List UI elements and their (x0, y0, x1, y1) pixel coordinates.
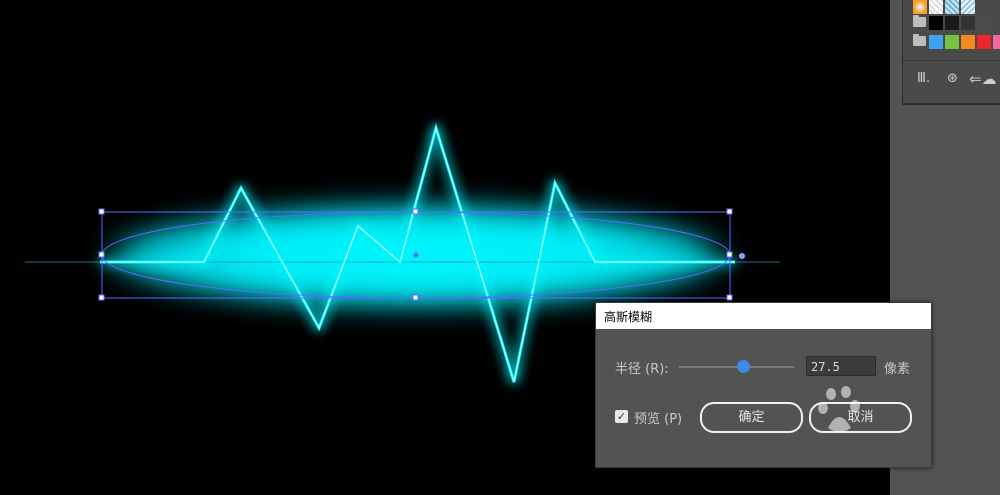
radius-label: 半径 (R): (615, 362, 669, 377)
swatch-blue[interactable] (929, 35, 943, 49)
swatch-row-2 (913, 15, 991, 30)
swatch-green[interactable] (945, 35, 959, 49)
swatch-pattern-white[interactable] (929, 0, 943, 14)
swatch-gray-3[interactable] (977, 16, 991, 30)
swatch-red[interactable] (977, 35, 991, 49)
paw-icon (818, 386, 860, 432)
link-icon[interactable]: ⊛ (947, 72, 958, 86)
handle-bottom-right[interactable] (726, 294, 733, 301)
library-icon[interactable]: Ⅲ. (917, 72, 930, 86)
swatch-orange[interactable] (961, 35, 975, 49)
swatch-pattern-lightblue[interactable] (961, 0, 975, 14)
swatch-gray-1[interactable] (945, 16, 959, 30)
radius-input[interactable]: 27.5 (806, 356, 876, 376)
panel-divider (903, 60, 1000, 61)
swatch-pink[interactable] (993, 35, 1000, 49)
center-point (413, 252, 419, 258)
preview-label: 预览 (P) (634, 412, 683, 427)
baidu-watermark (818, 386, 860, 432)
preview-checkbox[interactable]: ✓ (615, 410, 628, 423)
dialog-titlebar[interactable]: 高斯模糊 (596, 303, 931, 329)
swatch-black[interactable] (929, 16, 943, 30)
handle-top-left[interactable] (98, 208, 105, 215)
radius-unit-label: 像素 (884, 362, 911, 377)
swatch-folder-icon[interactable] (913, 15, 926, 27)
handle-top-right[interactable] (726, 208, 733, 215)
handle-bottom-middle[interactable] (412, 294, 419, 301)
swatch-row-1 (913, 0, 975, 14)
swatch-orange-gradient[interactable] (913, 0, 927, 14)
swatch-folder-icon[interactable] (913, 34, 926, 46)
handle-top-middle[interactable] (412, 208, 419, 215)
swatch-pattern-blue[interactable] (945, 0, 959, 14)
radius-slider-thumb[interactable] (737, 360, 750, 373)
handle-middle-right[interactable] (726, 251, 733, 258)
handle-bottom-left[interactable] (98, 294, 105, 301)
swatch-gray-2[interactable] (961, 16, 975, 30)
cloud-icon[interactable]: ⇐☁ (969, 72, 997, 87)
dialog-title: 高斯模糊 (604, 310, 653, 324)
rotate-widget[interactable] (739, 253, 745, 259)
swatch-row-3 (913, 34, 1000, 49)
handle-middle-left[interactable] (98, 251, 105, 258)
swatches-panel: Ⅲ. ⊛ ⇐☁ (902, 0, 1000, 105)
